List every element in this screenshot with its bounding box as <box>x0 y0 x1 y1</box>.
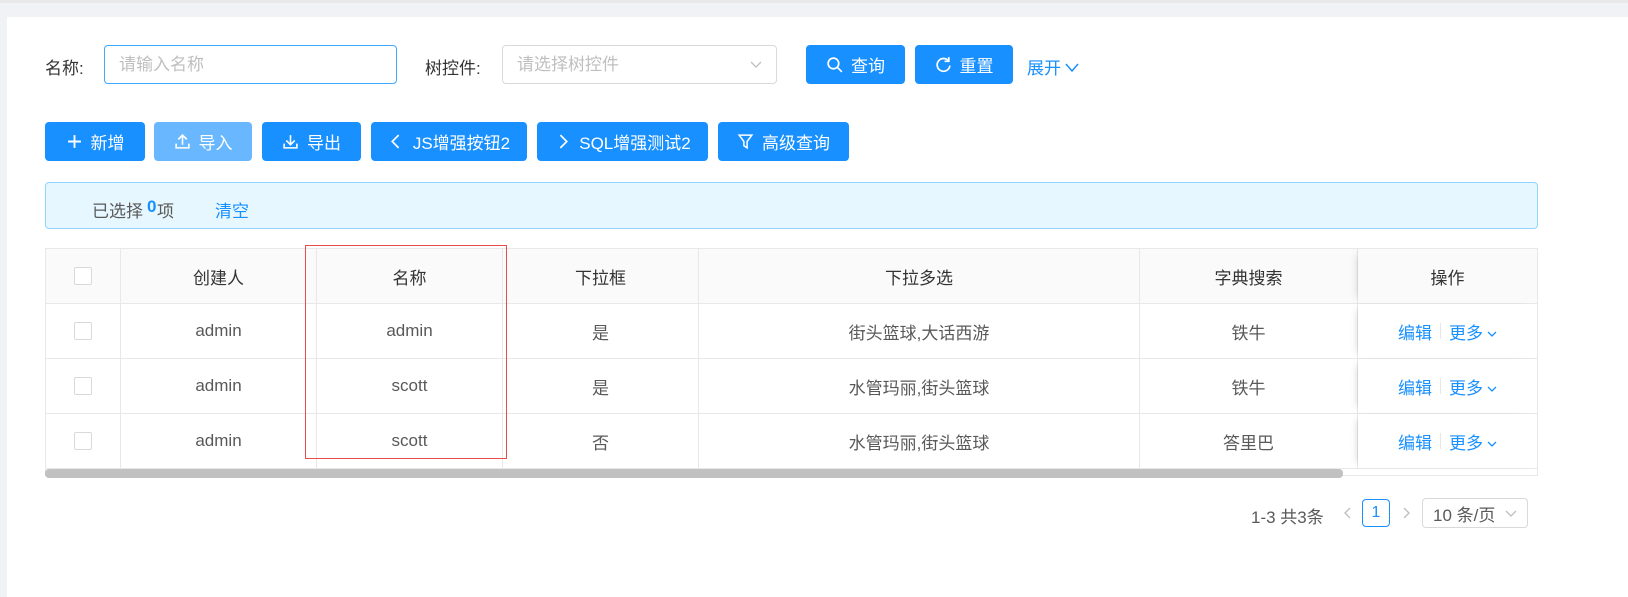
add-button-label: 新增 <box>90 134 125 153</box>
page-size-select[interactable]: 10 条/页 <box>1422 498 1528 528</box>
reload-icon <box>935 57 951 73</box>
row-checkbox[interactable] <box>74 322 92 340</box>
edit-link[interactable]: 编辑 <box>1398 374 1432 399</box>
advanced-query-button[interactable]: 高级查询 <box>718 122 849 161</box>
add-button[interactable]: 新增 <box>45 122 145 161</box>
query-button-label: 查询 <box>851 57 885 76</box>
name-input[interactable]: 请输入名称 <box>104 45 397 84</box>
chevron-down-icon <box>1487 331 1497 337</box>
table-row[interactable]: admin admin 是 街头篮球,大话西游 铁牛 编辑 更多 <box>46 304 1537 359</box>
page-size-label: 10 条/页 <box>1433 505 1496 525</box>
more-link-label: 更多 <box>1449 323 1483 343</box>
more-link[interactable]: 更多 <box>1449 374 1497 399</box>
cell-creator: admin <box>121 304 317 358</box>
column-header[interactable]: 名称 <box>317 249 503 303</box>
row-checkbox-cell <box>46 304 121 358</box>
action-divider <box>1440 378 1441 394</box>
chevron-left-icon <box>390 134 400 149</box>
name-label: 名称: <box>45 59 84 78</box>
sql-enhance-button-label: SQL增强测试2 <box>579 134 691 153</box>
js-enhance-button[interactable]: JS增强按钮2 <box>371 122 527 161</box>
table-header: 创建人 名称 下拉框 下拉多选 字典搜索 操作 <box>46 249 1537 304</box>
more-link-label: 更多 <box>1449 378 1483 398</box>
table-row[interactable]: admin scott 否 水管玛丽,街头篮球 答里巴 编辑 更多 <box>46 414 1537 469</box>
column-header[interactable]: 字典搜索 <box>1140 249 1358 303</box>
edit-link[interactable]: 编辑 <box>1398 319 1432 344</box>
row-checkbox-cell <box>46 414 121 468</box>
selection-suffix: 项 <box>157 202 174 221</box>
selection-prefix: 已选择 <box>92 202 143 221</box>
clear-selection-link[interactable]: 清空 <box>215 197 249 222</box>
cell-select: 是 <box>503 359 699 413</box>
cell-name: scott <box>317 414 503 468</box>
chevron-down-icon <box>1505 510 1517 517</box>
column-header[interactable]: 下拉框 <box>503 249 699 303</box>
download-icon <box>283 135 298 149</box>
expand-link[interactable]: 展开 <box>1027 54 1079 79</box>
import-button-label: 导入 <box>198 134 233 153</box>
horizontal-scrollbar[interactable] <box>45 469 1343 478</box>
top-strip <box>0 0 1628 3</box>
table-row[interactable]: admin scott 是 水管玛丽,街头篮球 铁牛 编辑 更多 <box>46 359 1537 414</box>
cell-creator: admin <box>121 359 317 413</box>
cell-multi: 街头篮球,大话西游 <box>699 304 1140 358</box>
header-checkbox-cell <box>46 249 121 303</box>
cell-creator: admin <box>121 414 317 468</box>
advanced-query-button-label: 高级查询 <box>762 134 830 153</box>
pagination-total: 1-3 共3条 <box>1251 508 1324 527</box>
cell-select: 是 <box>503 304 699 358</box>
row-checkbox[interactable] <box>74 432 92 450</box>
cell-actions: 编辑 更多 <box>1358 359 1537 413</box>
data-table: 创建人 名称 下拉框 下拉多选 字典搜索 操作 admin admin 是 街头… <box>45 248 1538 476</box>
query-button[interactable]: 查询 <box>806 45 905 84</box>
filter-icon <box>737 134 754 150</box>
more-link[interactable]: 更多 <box>1449 429 1497 454</box>
chevron-down-icon <box>750 61 762 68</box>
column-header[interactable]: 创建人 <box>121 249 317 303</box>
chevron-right-icon <box>560 134 569 149</box>
cell-actions: 编辑 更多 <box>1358 304 1537 358</box>
plus-icon <box>67 135 81 148</box>
more-link[interactable]: 更多 <box>1449 319 1497 344</box>
cell-multi: 水管玛丽,街头篮球 <box>699 359 1140 413</box>
cell-actions: 编辑 更多 <box>1358 414 1537 468</box>
more-link-label: 更多 <box>1449 433 1483 453</box>
import-button[interactable]: 导入 <box>154 122 252 161</box>
chevron-down-icon <box>1487 386 1497 392</box>
tree-select[interactable]: 请选择树控件 <box>502 45 777 84</box>
page-item-1[interactable]: 1 <box>1362 499 1390 527</box>
tree-label: 树控件: <box>425 59 481 78</box>
upload-icon <box>174 133 190 149</box>
sql-enhance-button[interactable]: SQL增强测试2 <box>537 122 708 161</box>
expand-link-label: 展开 <box>1027 59 1061 78</box>
column-header[interactable]: 下拉多选 <box>699 249 1140 303</box>
action-divider <box>1440 433 1441 449</box>
js-enhance-button-label: JS增强按钮2 <box>412 134 511 153</box>
cell-name: admin <box>317 304 503 358</box>
select-all-checkbox[interactable] <box>74 267 92 285</box>
prev-page-icon[interactable] <box>1341 506 1355 520</box>
export-button[interactable]: 导出 <box>262 122 361 161</box>
tree-select-placeholder: 请选择树控件 <box>517 55 619 74</box>
cell-dict: 铁牛 <box>1140 304 1358 358</box>
cell-multi: 水管玛丽,街头篮球 <box>699 414 1140 468</box>
chevron-down-icon <box>1487 441 1497 447</box>
reset-button[interactable]: 重置 <box>915 45 1013 84</box>
selection-count: 0 <box>147 197 157 216</box>
chevron-down-icon <box>1065 63 1079 72</box>
row-checkbox-cell <box>46 359 121 413</box>
edit-link[interactable]: 编辑 <box>1398 429 1432 454</box>
cell-select: 否 <box>503 414 699 468</box>
cell-dict: 铁牛 <box>1140 359 1358 413</box>
reset-button-label: 重置 <box>959 57 994 76</box>
cell-dict: 答里巴 <box>1140 414 1358 468</box>
export-button-label: 导出 <box>307 134 341 153</box>
selection-alert: 已选择 0 项 清空 <box>45 182 1538 229</box>
next-page-icon[interactable] <box>1399 506 1413 520</box>
search-icon <box>827 57 843 73</box>
cell-name: scott <box>317 359 503 413</box>
row-checkbox[interactable] <box>74 377 92 395</box>
action-divider <box>1440 323 1441 339</box>
column-header: 操作 <box>1358 249 1537 303</box>
